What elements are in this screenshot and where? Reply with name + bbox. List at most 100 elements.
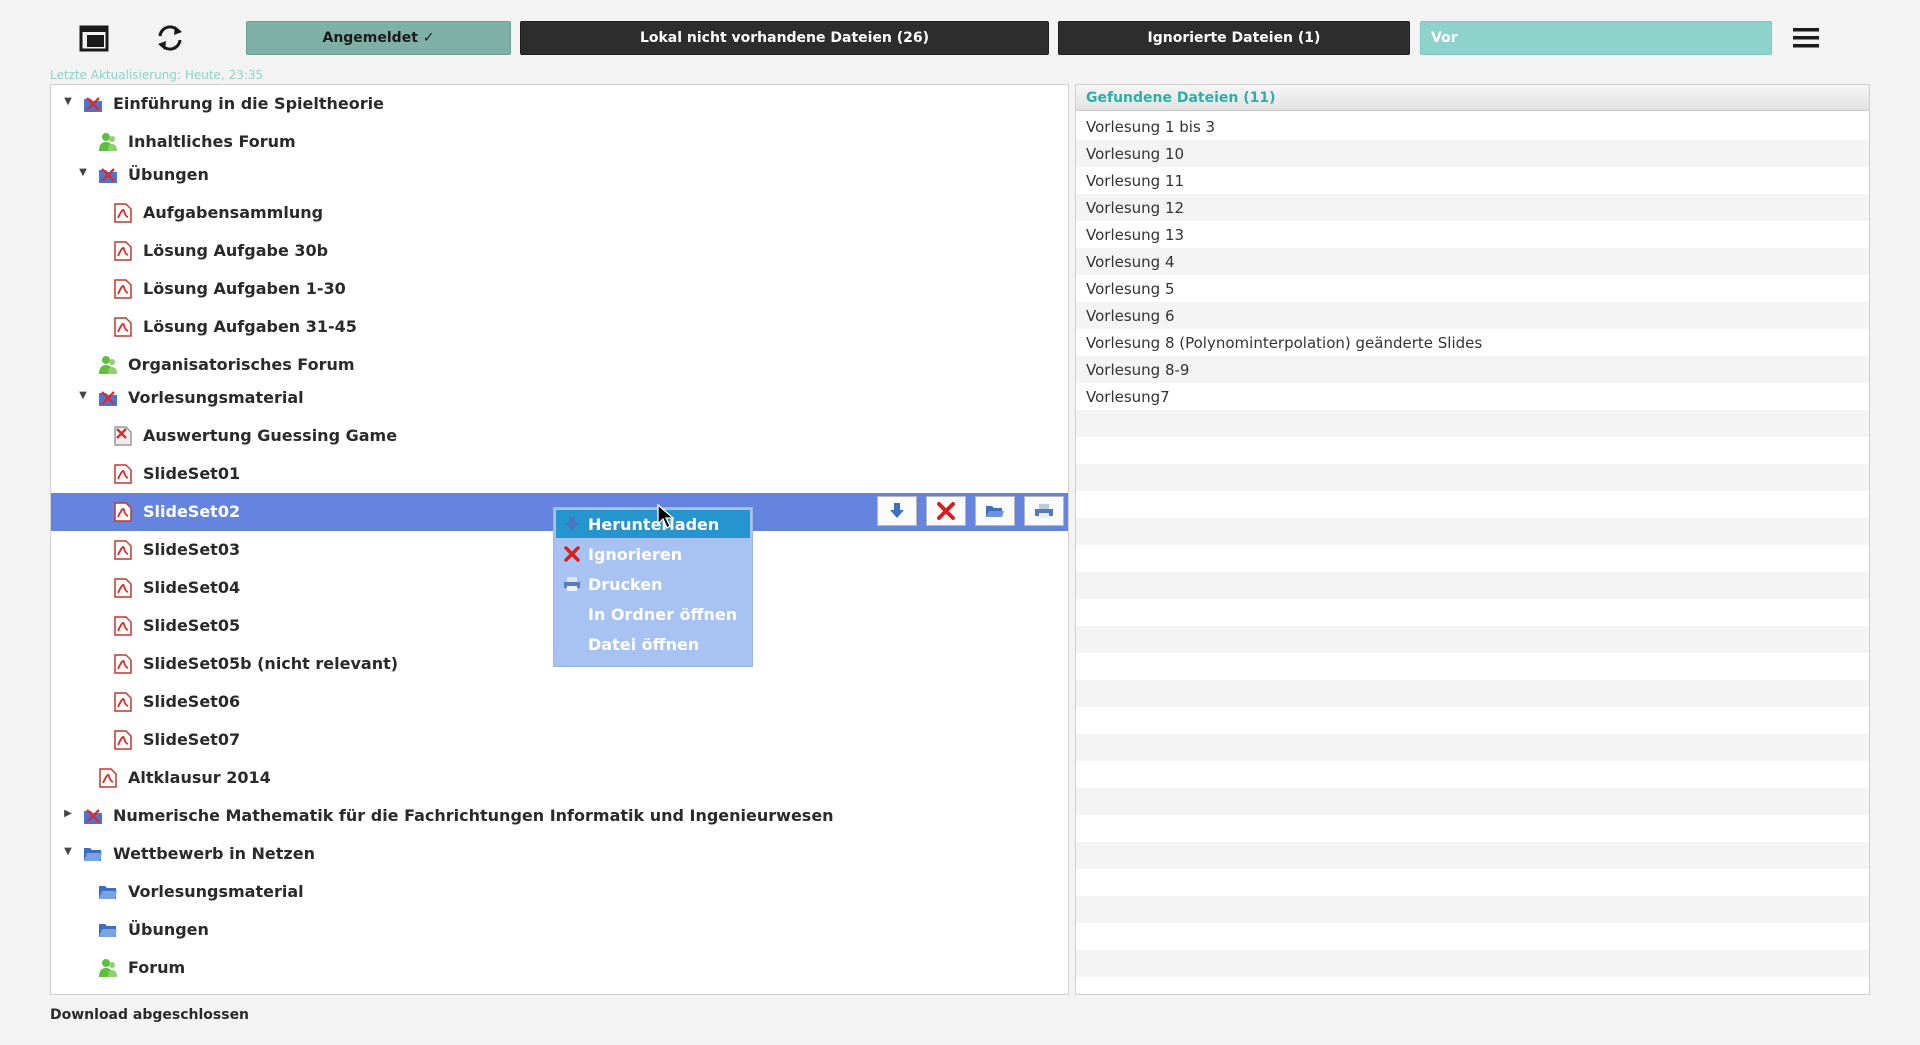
empty-row [1076, 896, 1869, 923]
refresh-icon[interactable] [150, 20, 190, 56]
tree-item[interactable]: SlideSet01 [51, 455, 1068, 493]
menu-item-open-in-folder[interactable]: In Ordner öffnen [556, 600, 750, 628]
pdf-icon [113, 203, 133, 223]
forum-users-icon [98, 958, 118, 978]
print-button[interactable] [1024, 496, 1064, 526]
expanded-arrow-icon[interactable]: ▼ [76, 388, 90, 402]
folder-icon [98, 920, 118, 940]
next-button[interactable]: Vor [1420, 21, 1772, 55]
tree-item[interactable]: Vorlesungsmaterial [51, 873, 1068, 911]
file-list-item[interactable]: Vorlesung 12 [1076, 194, 1869, 221]
mouse-cursor-icon [657, 504, 675, 529]
pdf-icon [113, 654, 133, 674]
file-list-item[interactable]: Vorlesung 5 [1076, 275, 1869, 302]
menu-item-print[interactable]: Drucken [556, 570, 750, 598]
ignore-button[interactable] [926, 496, 966, 526]
empty-row [1076, 734, 1869, 761]
empty-row [1076, 788, 1869, 815]
tree-item[interactable]: Lösung Aufgaben 31-45 [51, 308, 1068, 346]
expanded-arrow-icon[interactable]: ▼ [61, 94, 75, 108]
empty-row [1076, 707, 1869, 734]
empty-row [1076, 842, 1869, 869]
tree-item[interactable]: ▼ Übungen [51, 156, 1068, 194]
empty-row [1076, 464, 1869, 491]
pdf-icon [113, 317, 133, 337]
file-ignored-icon [113, 426, 133, 446]
empty-row [1076, 437, 1869, 464]
menu-item-ignore[interactable]: Ignorieren [556, 540, 750, 568]
ignore-x-icon [562, 545, 582, 563]
logged-in-button[interactable]: Angemeldet ✓ [246, 21, 511, 55]
empty-row [1076, 761, 1869, 788]
menu-item-open-file[interactable]: Datei öffnen [556, 630, 750, 658]
empty-row [1076, 653, 1869, 680]
ignored-files-button[interactable]: Ignorierte Dateien (1) [1058, 21, 1410, 55]
ignore-x-icon [937, 502, 955, 520]
file-list-item[interactable]: Vorlesung 8 (Polynominterpolation) geänd… [1076, 329, 1869, 356]
status-text: Download abgeschlossen [50, 1007, 250, 1023]
empty-row [1076, 518, 1869, 545]
tree-item[interactable]: Lösung Aufgabe 30b [51, 232, 1068, 270]
pdf-icon [113, 730, 133, 750]
empty-row [1076, 410, 1869, 437]
empty-row [1076, 626, 1869, 653]
file-list-item[interactable]: Vorlesung 13 [1076, 221, 1869, 248]
row-actions [877, 496, 1064, 526]
file-list-item[interactable]: Vorlesung 4 [1076, 248, 1869, 275]
course-icon [83, 806, 103, 826]
empty-row [1076, 545, 1869, 572]
empty-row [1076, 572, 1869, 599]
empty-row [1076, 950, 1869, 977]
open-folder-button[interactable] [975, 496, 1015, 526]
folder-icon [98, 882, 118, 902]
empty-row [1076, 869, 1869, 896]
tree-item[interactable]: ▼ Wettbewerb in Netzen [51, 835, 1068, 873]
download-icon [890, 503, 904, 518]
file-list-item[interactable]: Vorlesung 11 [1076, 167, 1869, 194]
file-list-item[interactable]: Vorlesung 1 bis 3 [1076, 113, 1869, 140]
download-button[interactable] [877, 496, 917, 526]
file-list-item[interactable]: Vorlesung 10 [1076, 140, 1869, 167]
tree-item[interactable]: Übungen [51, 911, 1068, 949]
file-list-item[interactable]: Vorlesung 8-9 [1076, 356, 1869, 383]
tree-item[interactable]: Lösung Aufgaben 1-30 [51, 270, 1068, 308]
pdf-icon [113, 692, 133, 712]
expanded-arrow-icon[interactable]: ▼ [76, 165, 90, 179]
tree-item[interactable]: Aufgabensammlung [51, 194, 1068, 232]
hamburger-menu-icon[interactable] [1786, 20, 1826, 56]
tree-item[interactable]: ▼ Vorlesungsmaterial [51, 379, 1068, 417]
pdf-icon [113, 616, 133, 636]
found-files-header: Gefundene Dateien (11) [1076, 85, 1869, 111]
collapsed-arrow-icon[interactable]: ▶ [61, 806, 75, 820]
empty-row [1076, 599, 1869, 626]
course-icon [83, 94, 103, 114]
file-list-item[interactable]: Vorlesung 6 [1076, 302, 1869, 329]
window-icon[interactable] [74, 20, 114, 56]
tree-item[interactable]: Forum [51, 949, 1068, 987]
tree-item[interactable]: Altklausur 2014 [51, 759, 1068, 797]
empty-row [1076, 680, 1869, 707]
found-files-panel: Gefundene Dateien (11) Vorlesung 1 bis 3… [1075, 84, 1870, 995]
course-icon [98, 388, 118, 408]
tree-item[interactable]: SlideSet06 [51, 683, 1068, 721]
pdf-icon [113, 241, 133, 261]
expanded-arrow-icon[interactable]: ▼ [61, 844, 75, 858]
tree-item[interactable]: SlideSet07 [51, 721, 1068, 759]
print-icon [562, 576, 582, 592]
tree-item[interactable]: Auswertung Guessing Game [51, 417, 1068, 455]
empty-row [1076, 923, 1869, 950]
file-list-item[interactable]: Vorlesung7 [1076, 383, 1869, 410]
pdf-icon [113, 279, 133, 299]
pdf-icon [98, 768, 118, 788]
download-icon [562, 516, 582, 532]
menu-item-download[interactable]: Herunterladen [556, 510, 750, 538]
missing-files-button[interactable]: Lokal nicht vorhandene Dateien (26) [520, 21, 1049, 55]
context-menu: Herunterladen Ignorieren Drucken In Ordn… [553, 507, 753, 667]
pdf-icon [113, 540, 133, 560]
course-icon [98, 165, 118, 185]
tree-item[interactable]: ▶ Numerische Mathematik für die Fachrich… [51, 797, 1068, 835]
tree-item[interactable]: ▼ Einführung in die Spieltheorie [51, 85, 1068, 123]
forum-users-icon [98, 132, 118, 152]
empty-row [1076, 491, 1869, 518]
pdf-icon [113, 578, 133, 598]
